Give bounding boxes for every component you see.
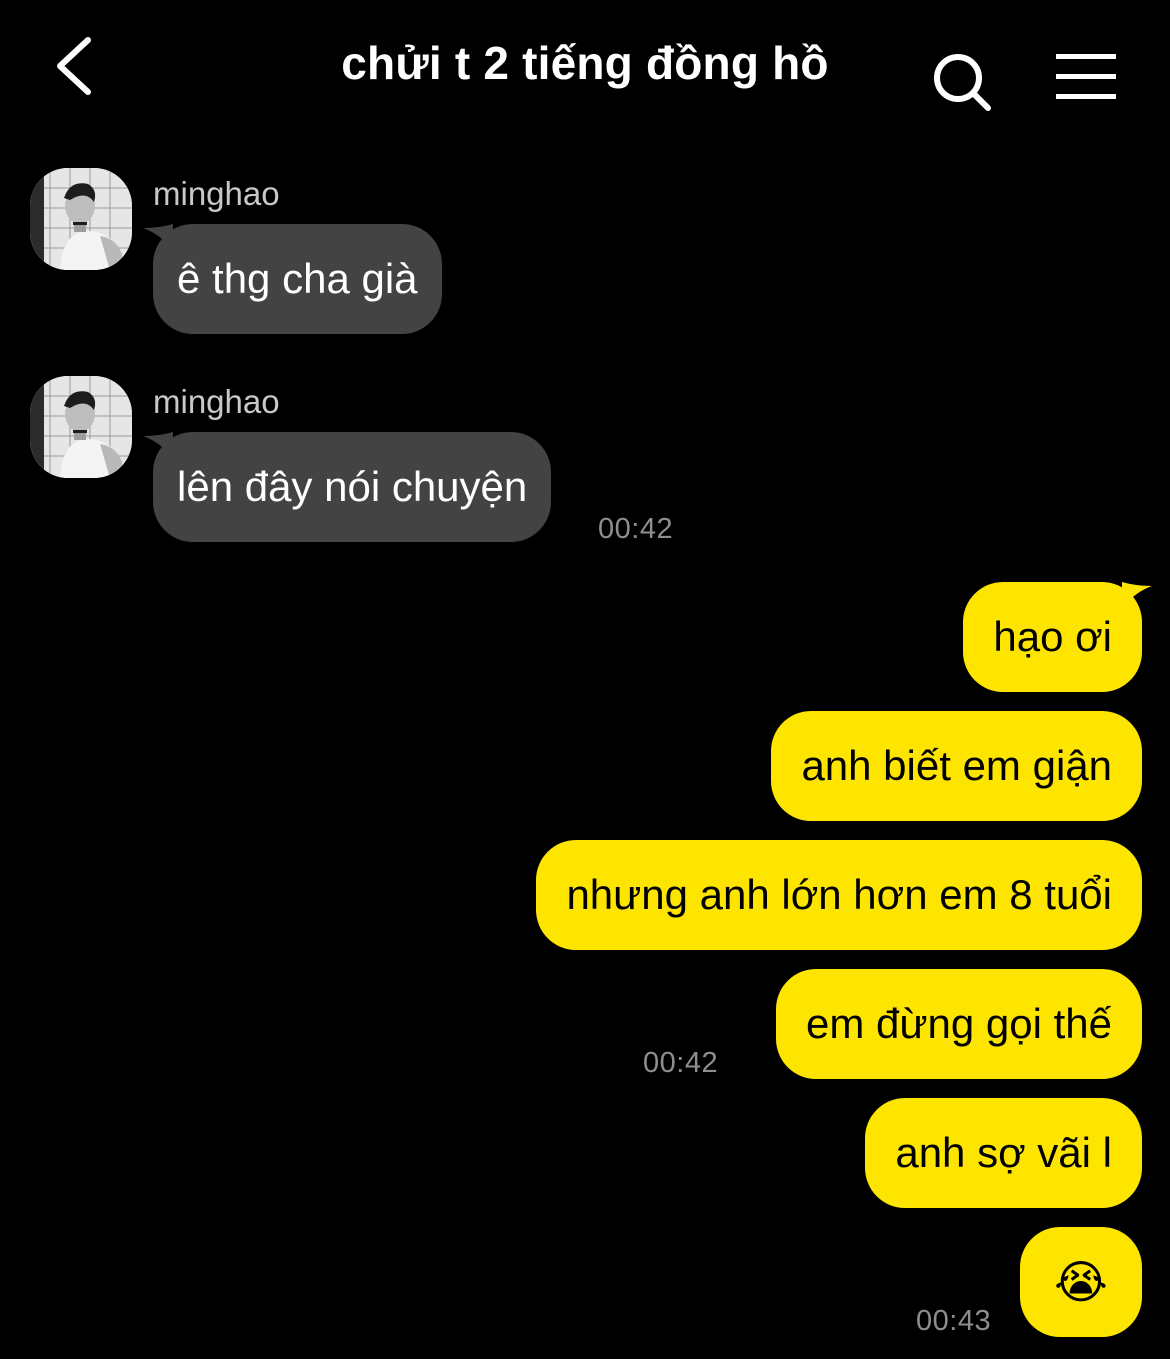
search-icon (934, 54, 991, 111)
avatar-photo (30, 168, 132, 270)
menu-button[interactable] (1050, 48, 1124, 108)
back-button[interactable] (40, 28, 110, 104)
message-bubble-incoming[interactable]: ê thg cha già (143, 224, 442, 334)
message-text: ê thg cha già (177, 255, 418, 302)
message-bubble-outgoing[interactable]: anh sợ vãi l (865, 1098, 1142, 1208)
chat-title: chửi t 2 tiếng đồng hồ (341, 37, 829, 89)
message-timestamp: 00:42 (643, 1047, 719, 1079)
bubble-tail (143, 224, 173, 254)
message-text: lên đây nói chuyện (177, 463, 528, 510)
hamburger-menu-icon (1056, 54, 1116, 99)
message-timestamp: 00:43 (916, 1305, 992, 1337)
message-bubble-outgoing[interactable]: anh biết em giận (771, 711, 1142, 821)
avatar[interactable] (30, 168, 132, 270)
message-bubble-outgoing[interactable]: hạo ơi (963, 582, 1152, 692)
search-button[interactable] (926, 46, 996, 116)
message-bubble-outgoing[interactable]: nhưng anh lớn hơn em 8 tuổi (536, 840, 1142, 950)
bubble-tail (1122, 582, 1152, 612)
avatar[interactable] (30, 376, 132, 478)
message-text: hạo ơi (993, 613, 1112, 660)
chevron-left-icon (57, 37, 91, 95)
bubble-tail (143, 432, 173, 462)
message-text: anh biết em giận (801, 742, 1112, 789)
avatar-photo (30, 376, 132, 478)
sender-name: minghao (153, 383, 280, 420)
message-text: anh sợ vãi l (895, 1129, 1112, 1176)
message-text: em đừng gọi thế (806, 1000, 1112, 1047)
message-bubble-outgoing[interactable]: 😭 (1020, 1227, 1142, 1337)
message-timestamp: 00:42 (598, 513, 674, 545)
message-bubble-outgoing[interactable]: em đừng gọi thế (776, 969, 1142, 1079)
message-text: nhưng anh lớn hơn em 8 tuổi (566, 871, 1112, 918)
chat-header: chửi t 2 tiếng đồng hồ (0, 0, 1170, 140)
loudly-crying-face-emoji: 😭 (1054, 1255, 1108, 1309)
message-bubble-incoming[interactable]: lên đây nói chuyện (143, 432, 552, 542)
sender-name: minghao (153, 175, 280, 212)
